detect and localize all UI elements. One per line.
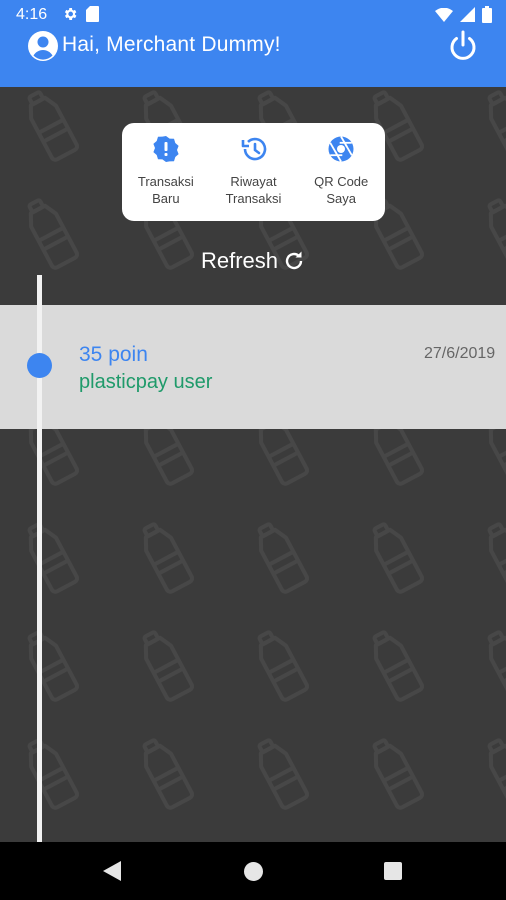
refresh-icon	[285, 251, 303, 270]
system-navigation-bar	[0, 842, 506, 900]
quick-menu-card: Transaksi Baru Riwayat Transaksi QR Code…	[122, 123, 385, 221]
aperture-icon	[328, 136, 354, 162]
user-avatar-icon[interactable]	[27, 30, 59, 62]
wifi-icon	[435, 7, 453, 22]
menu-label: QR Code Saya	[314, 174, 369, 206]
app-bar: Hai, Merchant Dummy!	[0, 30, 506, 87]
menu-item-riwayat-transaksi[interactable]: Riwayat Transaksi	[210, 123, 298, 221]
cellular-signal-icon	[460, 7, 475, 22]
recent-apps-icon[interactable]	[384, 862, 402, 880]
alert-badge-icon	[153, 136, 179, 162]
refresh-button[interactable]: Refresh	[0, 248, 506, 274]
refresh-label: Refresh	[200, 248, 279, 273]
transaction-date: 27/6/2019	[424, 345, 496, 362]
back-icon[interactable]	[103, 861, 121, 881]
menu-label: Riwayat Transaksi	[225, 174, 282, 206]
settings-icon	[64, 8, 77, 20]
menu-label: Transaksi Baru	[137, 174, 194, 206]
home-icon[interactable]	[244, 862, 263, 881]
transaction-row[interactable]: 35 poin plasticpay user 27/6/2019	[0, 305, 506, 429]
menu-item-qr-code-saya[interactable]: QR Code Saya	[297, 123, 385, 221]
status-bar: 4:16	[0, 0, 506, 30]
history-icon	[241, 137, 266, 161]
battery-icon	[482, 6, 492, 23]
transaction-user: plasticpay user	[79, 371, 213, 393]
menu-item-transaksi-baru[interactable]: Transaksi Baru	[122, 123, 210, 221]
transaction-points: 35 poin	[79, 343, 148, 366]
power-logout-icon[interactable]	[446, 29, 480, 63]
greeting-text: Hai, Merchant Dummy!	[62, 33, 281, 56]
timeline-dot	[27, 353, 52, 378]
sd-card-icon	[86, 6, 99, 22]
main-content: Transaksi Baru Riwayat Transaksi QR Code…	[0, 87, 506, 842]
status-time: 4:16	[16, 6, 48, 23]
